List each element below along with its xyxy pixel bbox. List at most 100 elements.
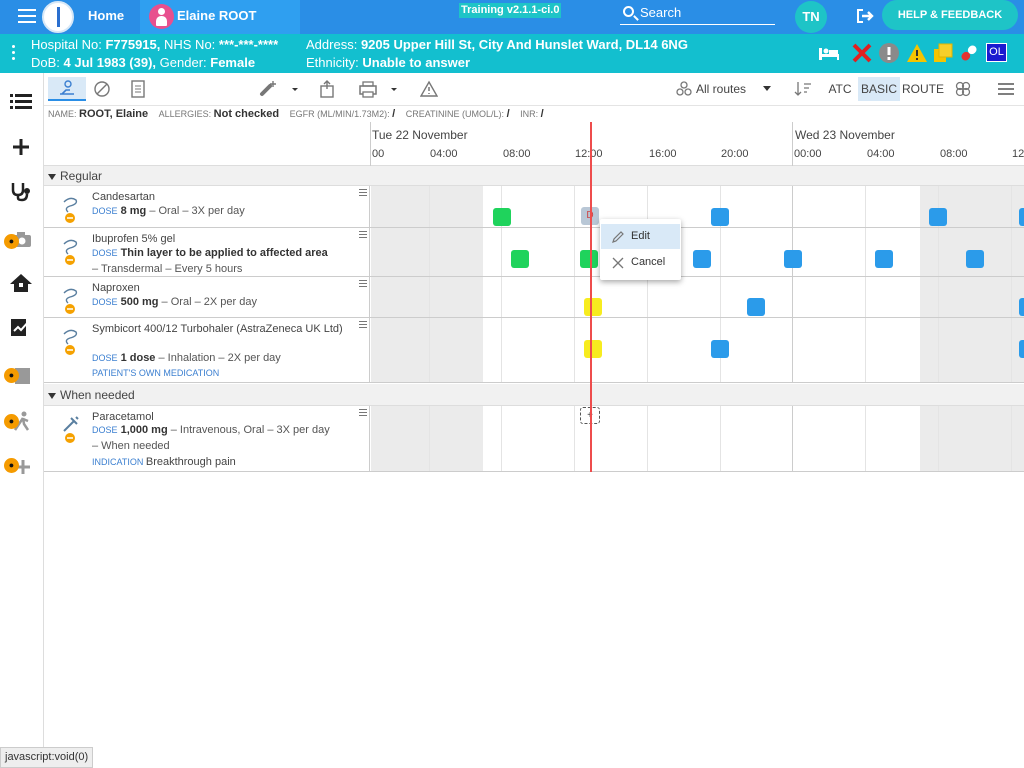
scheduled-dose-marker[interactable] (1019, 340, 1024, 358)
home-link[interactable]: Home (88, 8, 124, 23)
sidebar-clinical-button[interactable] (0, 171, 44, 211)
medication-label[interactable]: Candesartan DOSE 8 mg – Oral – 3X per da… (44, 186, 370, 227)
scheduled-dose-marker[interactable] (1019, 208, 1024, 226)
export-button[interactable] (316, 77, 338, 101)
timeline-header: Tue 22 November Wed 23 November 00 04:00… (44, 122, 1024, 166)
medication-row[interactable]: Candesartan DOSE 8 mg – Oral – 3X per da… (44, 186, 1024, 228)
scheduled-dose-marker[interactable] (693, 250, 711, 268)
add-medication-dropdown[interactable] (256, 77, 302, 101)
due-dose-marker[interactable] (584, 298, 602, 316)
pill-icon (94, 81, 110, 97)
app-logo[interactable] (42, 1, 74, 33)
print-dropdown[interactable] (358, 77, 400, 101)
browser-status-bar: javascript:void(0) (0, 747, 94, 768)
dose-route: – Oral – 2X per day (158, 296, 257, 308)
address-line: Address: 9205 Upper Hill St, City And Hu… (306, 37, 688, 52)
scheduled-dose-marker[interactable] (711, 340, 729, 358)
section-regular[interactable]: Regular (44, 166, 1024, 186)
creatinine-label: CREATININE (UMOL/L): (405, 109, 505, 119)
row-menu-icon[interactable] (359, 409, 367, 417)
group-basic-button[interactable]: BASIC (858, 77, 900, 101)
banner-more-icon[interactable] (12, 45, 16, 61)
collapse-triangle-icon (48, 173, 56, 180)
sidebar-camera-button[interactable]: ● (0, 219, 44, 259)
scheduled-dose-marker[interactable] (966, 250, 984, 268)
scheduled-dose-marker[interactable] (929, 208, 947, 226)
sort-icon (794, 82, 811, 96)
medication-label[interactable]: Naproxen DOSE 500 mg – Oral – 2X per day (44, 277, 370, 317)
row-menu-icon[interactable] (359, 321, 367, 329)
row-menu-icon[interactable] (359, 231, 367, 239)
sidebar-sign-button[interactable] (0, 307, 44, 347)
scheduled-dose-marker[interactable] (1019, 298, 1024, 316)
documents-icon[interactable] (932, 42, 954, 64)
sort-button[interactable] (792, 77, 814, 101)
view-administration-button[interactable] (48, 77, 86, 101)
scheduled-dose-marker[interactable] (747, 298, 765, 316)
red-cross-icon[interactable] (851, 42, 873, 64)
view-document-button[interactable] (127, 77, 149, 101)
allergies-label: ALLERGIES: (158, 109, 212, 119)
medication-timeline (371, 228, 1024, 276)
ol-badge[interactable]: OL (986, 43, 1007, 62)
medication-timeline (371, 277, 1024, 317)
dose-given-marker[interactable] (493, 208, 511, 226)
scheduled-dose-marker[interactable] (711, 208, 729, 226)
sidebar-add-locked-button[interactable]: ● (0, 447, 44, 487)
dob-line: DoB: 4 Jul 1983 (39), Gender: Female (31, 55, 255, 70)
dose-given-marker[interactable] (580, 250, 598, 268)
context-menu-edit[interactable]: Edit (601, 224, 680, 249)
scheduled-dose-marker[interactable] (784, 250, 802, 268)
medicine-capsule-icon[interactable] (958, 42, 980, 64)
medication-row[interactable]: Symbicort 400/12 Turbohaler (AstraZeneca… (44, 318, 1024, 383)
due-dose-marker[interactable] (584, 340, 602, 358)
help-feedback-button[interactable]: HELP & FEEDBACK (882, 0, 1018, 30)
iv-syringe-icon (63, 416, 79, 443)
bed-icon[interactable] (818, 42, 840, 64)
exclamation-circle-icon[interactable] (878, 42, 900, 64)
medication-dose: DOSE 8 mg – Oral – 3X per day (92, 203, 362, 219)
plus-icon (13, 139, 29, 155)
medication-label[interactable]: Ibuprofen 5% gel DOSE Thin layer to be a… (44, 228, 370, 276)
context-menu-cancel[interactable]: Cancel (601, 250, 680, 275)
dose-value: 8 mg (120, 205, 147, 217)
logout-icon[interactable] (856, 8, 876, 24)
hour-label: 00 (372, 148, 385, 160)
patient-own-medication-note: PATIENT'S OWN MEDICATION (92, 368, 220, 378)
medication-label[interactable]: Symbicort 400/12 Turbohaler (AstraZeneca… (44, 318, 370, 382)
sidebar-home-button[interactable] (0, 263, 44, 303)
layers-button[interactable] (952, 77, 974, 101)
inhaler-medication-icon (63, 329, 78, 355)
sidebar-transfer-button[interactable]: ● (0, 355, 44, 395)
warnings-button[interactable] (418, 77, 440, 101)
medication-row[interactable]: Naproxen DOSE 500 mg – Oral – 2X per day (44, 277, 1024, 318)
routes-filter-dropdown[interactable]: All routes (672, 77, 782, 101)
sidebar-add-button[interactable] (0, 127, 44, 167)
medication-label[interactable]: Paracetamol DOSE 1,000 mg – Intravenous,… (44, 406, 370, 471)
patient-tab[interactable]: Elaine ROOT (140, 0, 300, 34)
medication-dose: DOSE Thin layer to be applied to affecte… (92, 245, 362, 261)
nhs-label: NHS No: (164, 37, 216, 52)
scheduled-dose-marker[interactable] (875, 250, 893, 268)
hamburger-menu-icon[interactable] (18, 9, 36, 23)
medication-name: Symbicort 400/12 Turbohaler (AstraZeneca… (92, 323, 343, 335)
group-route-button[interactable]: ROUTE (902, 77, 944, 101)
sidebar-list-button[interactable] (0, 81, 44, 121)
creatinine-value: / (506, 108, 510, 120)
medication-row[interactable]: Paracetamol DOSE 1,000 mg – Intravenous,… (44, 406, 1024, 472)
dose-given-marker[interactable] (511, 250, 529, 268)
nhs-number: ***-***-**** (218, 37, 279, 52)
toolbar-menu-button[interactable] (994, 77, 1018, 101)
lock-icon: ● (4, 414, 19, 429)
section-when-needed[interactable]: When needed (44, 384, 1024, 406)
user-avatar[interactable]: TN (795, 1, 827, 33)
medication-row[interactable]: Ibuprofen 5% gel DOSE Thin layer to be a… (44, 228, 1024, 277)
group-atc-button[interactable]: ATC (826, 77, 854, 101)
warning-icon[interactable] (906, 42, 928, 64)
search-input[interactable]: Search (620, 4, 775, 25)
context-menu-cancel-label: Cancel (631, 256, 666, 268)
sidebar-discharge-button[interactable]: ● (0, 401, 44, 441)
view-pill-button[interactable] (90, 77, 114, 101)
row-menu-icon[interactable] (359, 189, 367, 197)
row-menu-icon[interactable] (359, 280, 367, 288)
